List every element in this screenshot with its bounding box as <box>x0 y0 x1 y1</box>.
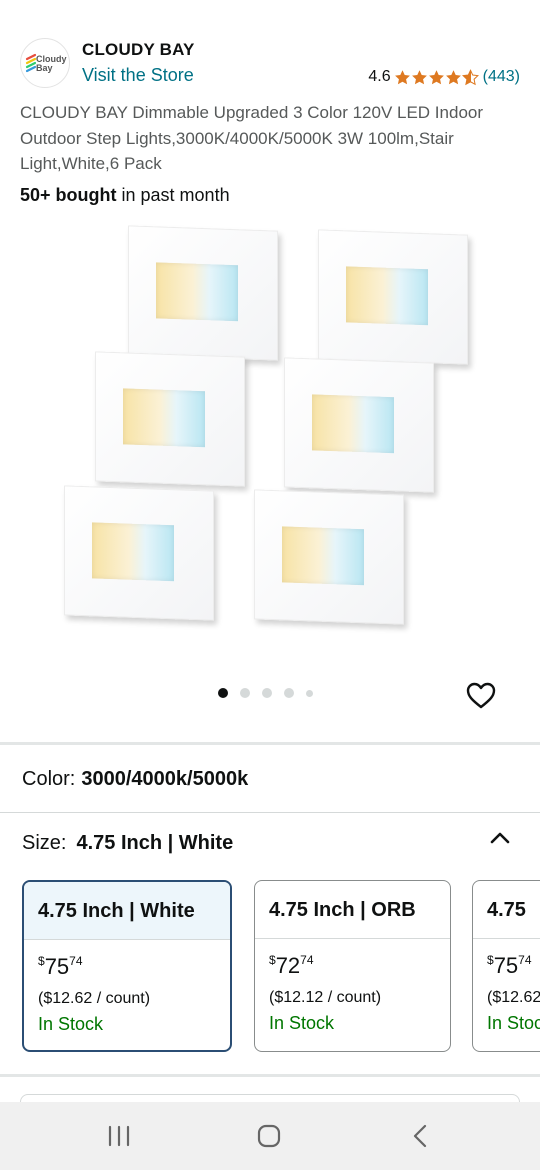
light-lens <box>92 522 174 582</box>
image-carousel-dots[interactable] <box>218 688 325 698</box>
star-full-icon <box>428 69 444 84</box>
size-options-carousel[interactable]: 4.75 Inch | White $7574 ($12.62 / count)… <box>22 880 540 1054</box>
review-count-link[interactable]: (443) <box>483 68 520 86</box>
size-option-name: 4.75 <box>473 881 540 939</box>
option-price: $7274 <box>269 953 314 978</box>
carousel-dot-active[interactable] <box>218 688 228 698</box>
product-image[interactable] <box>0 220 540 660</box>
color-selector[interactable]: Color: 3000/4000k/5000k <box>22 768 248 791</box>
rating-summary[interactable]: 4.6 (443) <box>368 68 520 86</box>
carousel-dot[interactable] <box>306 689 313 697</box>
star-half-icon <box>461 68 479 85</box>
divider <box>0 812 540 813</box>
section-divider <box>0 742 540 745</box>
store-header: Cloudy Bay CLOUDY BAY Visit the Store 4.… <box>0 36 540 92</box>
option-unit-price: ($12.62 / count) <box>487 989 540 1006</box>
step-light-image <box>128 225 278 361</box>
brand-logo[interactable]: Cloudy Bay <box>20 38 70 88</box>
size-value: 4.75 Inch | White <box>76 832 234 854</box>
star-full-icon <box>394 69 410 84</box>
step-light-image <box>64 485 214 621</box>
option-stock-status: In Stock <box>38 1014 104 1034</box>
recents-icon[interactable] <box>104 1122 134 1150</box>
light-lens <box>282 526 364 586</box>
chevron-up-icon[interactable] <box>488 828 512 848</box>
rating-stars <box>394 68 479 86</box>
size-option-name: 4.75 Inch | White <box>24 882 230 940</box>
brand-name[interactable]: CLOUDY BAY <box>82 40 195 60</box>
step-light-image <box>318 229 468 365</box>
section-divider <box>0 1074 540 1077</box>
home-icon[interactable] <box>254 1122 284 1150</box>
cloudy-bay-logo-icon: Cloudy Bay <box>25 53 67 73</box>
back-icon[interactable] <box>406 1122 436 1150</box>
option-stock-status: In Stock <box>487 1013 540 1033</box>
light-lens <box>156 262 238 322</box>
size-option-card[interactable]: 4.75 Inch | White $7574 ($12.62 / count)… <box>22 880 232 1052</box>
purchase-count-rest: in past month <box>116 185 230 205</box>
option-price: $7574 <box>487 953 532 978</box>
size-selector[interactable]: Size: 4.75 Inch | White <box>22 832 233 855</box>
star-full-icon <box>445 69 461 84</box>
star-full-icon <box>411 69 427 84</box>
carousel-dot[interactable] <box>284 688 294 698</box>
option-unit-price: ($12.12 / count) <box>269 989 382 1006</box>
option-price: $7574 <box>38 954 83 979</box>
product-title: CLOUDY BAY Dimmable Upgraded 3 Color 120… <box>20 103 484 173</box>
color-label: Color: <box>22 768 76 790</box>
purchase-count: 50+ bought in past month <box>20 185 230 206</box>
size-option-card[interactable]: 4.75 $7574 ($12.62 / count) In Stock <box>472 880 540 1052</box>
step-light-image <box>95 351 245 487</box>
system-navigation-bar <box>0 1102 540 1170</box>
size-label: Size: <box>22 832 67 854</box>
step-light-image <box>284 357 434 493</box>
option-stock-status: In Stock <box>269 1013 335 1033</box>
light-lens <box>346 266 428 326</box>
size-option-name: 4.75 Inch | ORB <box>255 881 450 939</box>
step-light-image <box>254 489 404 625</box>
color-value: 3000/4000k/5000k <box>81 768 249 790</box>
purchase-count-bold: 50+ bought <box>20 185 117 205</box>
svg-text:Bay: Bay <box>36 63 53 73</box>
option-unit-price: ($12.62 / count) <box>38 990 151 1007</box>
light-lens <box>123 388 205 448</box>
rating-value: 4.6 <box>368 68 391 85</box>
visit-store-link[interactable]: Visit the Store <box>82 65 194 86</box>
size-option-card[interactable]: 4.75 Inch | ORB $7274 ($12.12 / count) I… <box>254 880 451 1052</box>
heart-outline-icon[interactable] <box>466 682 496 710</box>
carousel-dot[interactable] <box>240 688 250 698</box>
carousel-dot[interactable] <box>262 688 272 698</box>
light-lens <box>312 394 394 454</box>
